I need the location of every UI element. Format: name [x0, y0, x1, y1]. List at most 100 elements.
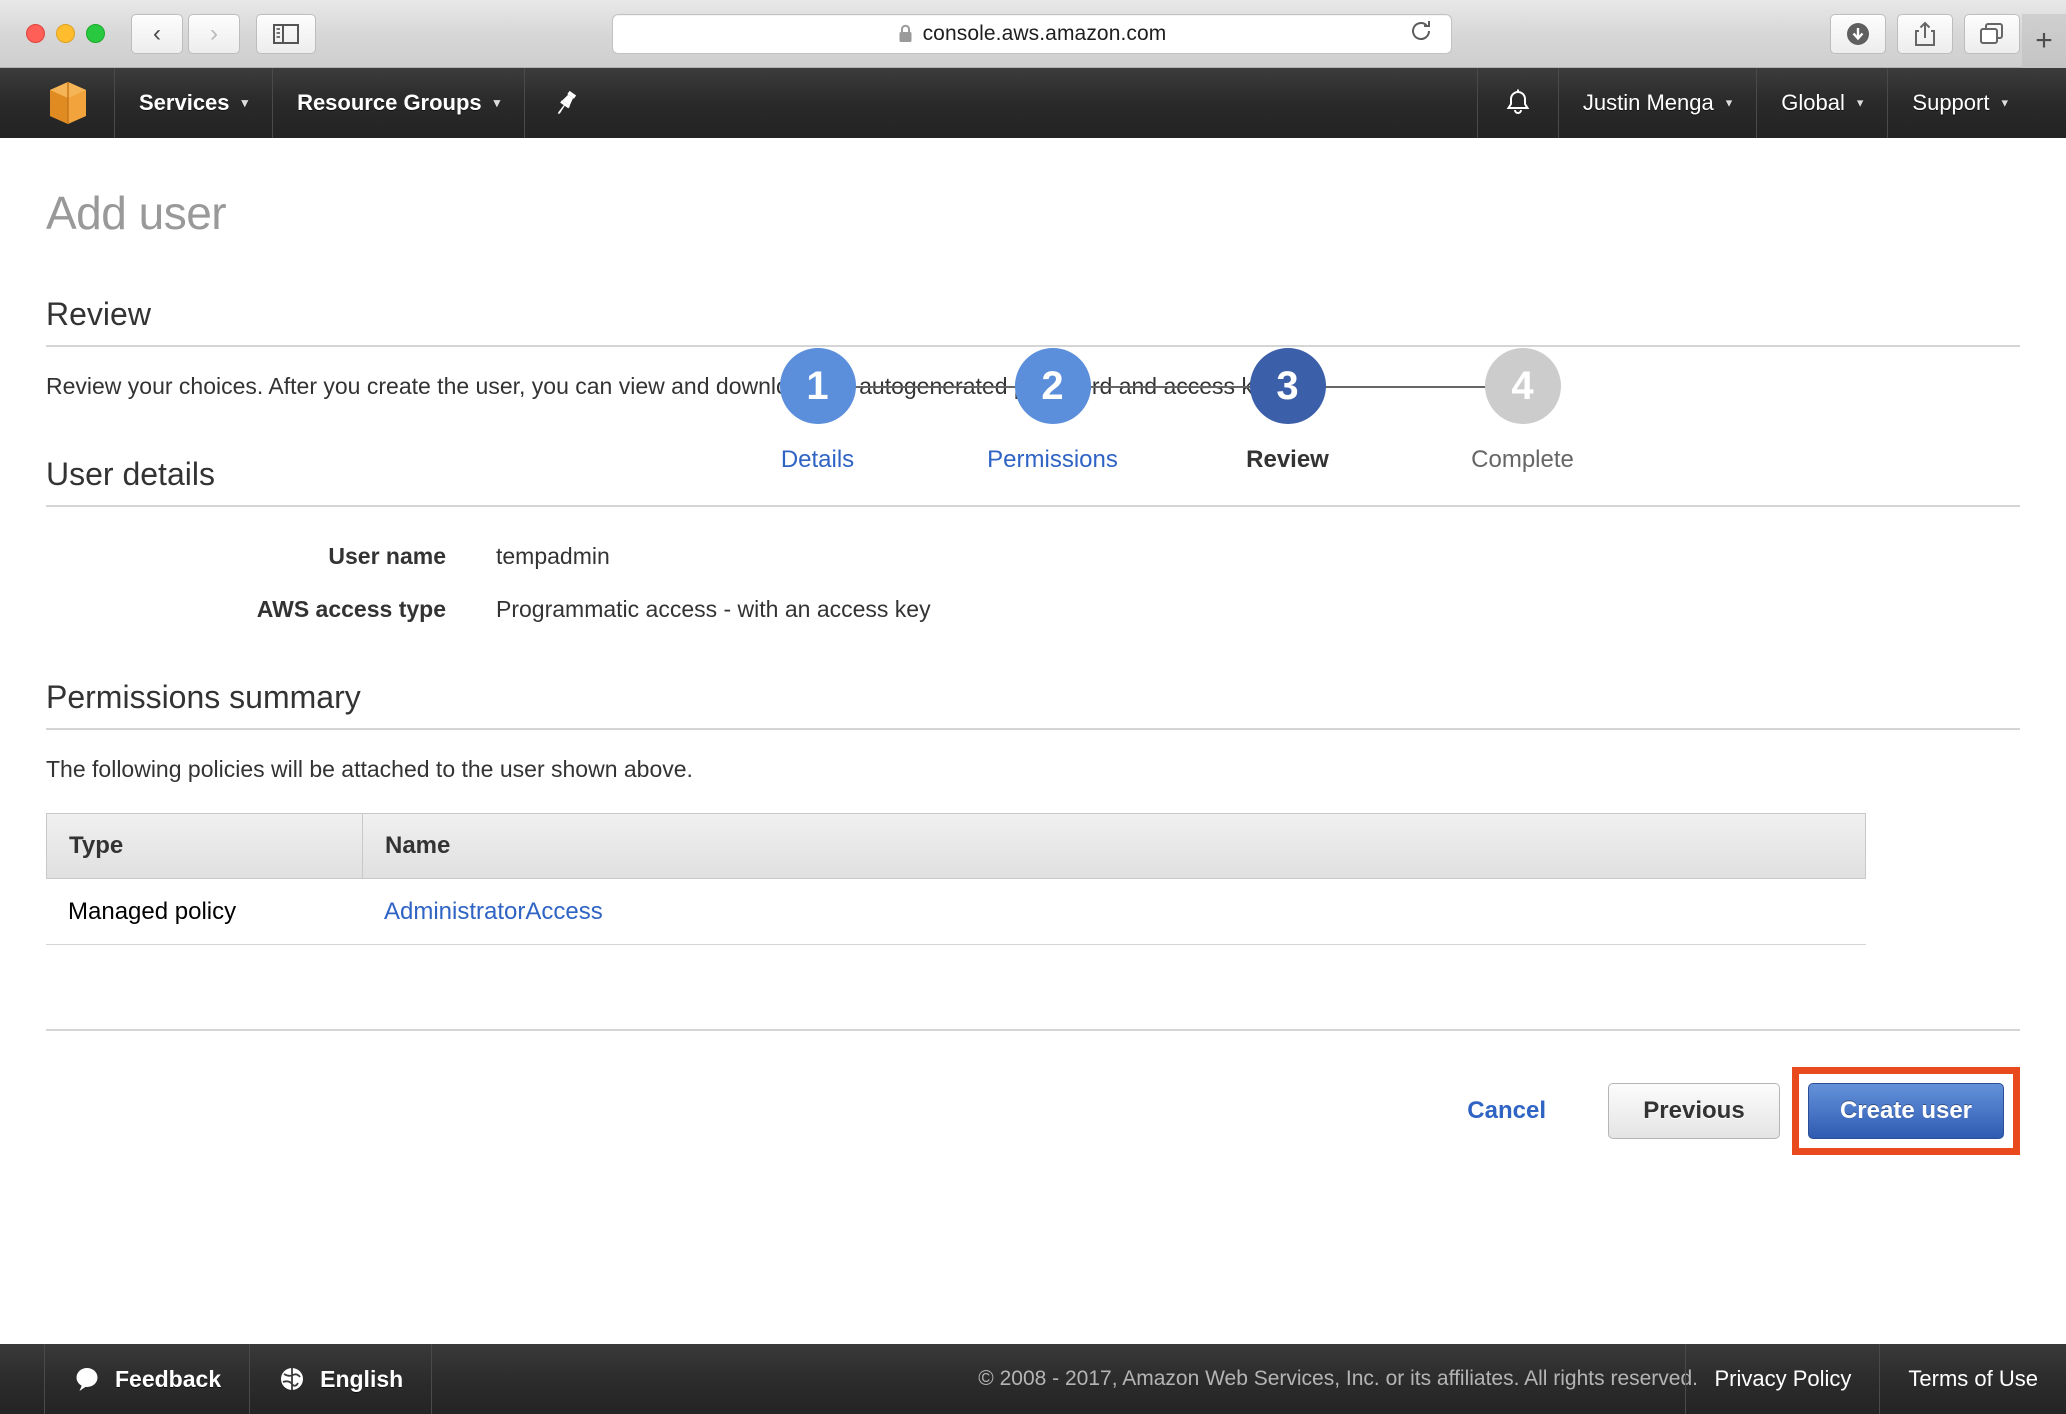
create-user-button[interactable]: Create user — [1808, 1083, 2004, 1139]
downloads-button[interactable] — [1830, 13, 1886, 54]
wizard-step-complete: 4 Complete — [1405, 348, 1640, 474]
maximize-window-button[interactable] — [86, 24, 105, 43]
language-button[interactable]: English — [250, 1344, 433, 1414]
policy-name-link[interactable]: AdministratorAccess — [384, 898, 603, 926]
user-detail-label: AWS access type — [256, 596, 446, 622]
share-icon — [1915, 21, 1935, 46]
terms-of-use-link[interactable]: Terms of Use — [1879, 1344, 2066, 1414]
nav-support-menu[interactable]: Support ▾ — [1887, 68, 2032, 138]
bell-icon — [1506, 89, 1530, 114]
aws-top-navigation: Services ▾ Resource Groups ▾ Justin Meng… — [0, 68, 2066, 138]
navigation-buttons: ‹ › — [131, 13, 240, 54]
user-details-list: User name tempadmin AWS access type Program… — [46, 543, 2020, 623]
nav-account-menu[interactable]: Justin Menga ▾ — [1557, 68, 1756, 138]
forward-arrow-icon: › — [210, 19, 218, 47]
column-header-type: Type — [47, 814, 363, 878]
nav-pin-button[interactable] — [524, 68, 607, 138]
table-row: Managed policy AdministratorAccess — [46, 879, 1866, 945]
permissions-summary-description: The following policies will be attached … — [46, 756, 693, 782]
chevron-down-icon: ▾ — [241, 95, 249, 110]
policy-name-cell: AdministratorAccess — [362, 879, 1866, 944]
feedback-label: Feedback — [115, 1365, 222, 1392]
wizard-step-review[interactable]: 3 Review — [1170, 348, 1523, 474]
nav-resource-groups[interactable]: Resource Groups ▾ — [272, 68, 524, 138]
chevron-down-icon: ▾ — [1725, 95, 1733, 110]
action-buttons: Cancel Previous Create user — [46, 1067, 2020, 1155]
forward-button[interactable]: › — [188, 13, 240, 54]
wizard-step-permissions[interactable]: 2 Permissions — [935, 348, 1288, 474]
user-detail-row: AWS access type Programmatic access - wit… — [46, 596, 2020, 623]
browser-toolbar-right — [1830, 13, 2020, 54]
reload-button[interactable] — [1409, 19, 1433, 48]
sidebar-toggle-icon — [273, 23, 299, 44]
table-header-row: Type Name — [46, 813, 1866, 879]
column-header-name: Name — [385, 832, 451, 859]
address-bar[interactable]: console.aws.amazon.com — [612, 13, 1452, 54]
new-tab-button[interactable]: + — [2022, 14, 2066, 68]
minimize-window-button[interactable] — [56, 24, 75, 43]
create-user-highlight: Create user — [1792, 1067, 2020, 1155]
wizard-step-label: Review — [1246, 446, 1329, 473]
user-detail-value: tempadmin — [496, 543, 610, 569]
user-detail-value: Programmatic access - with an access key — [496, 596, 931, 622]
previous-button[interactable]: Previous — [1608, 1083, 1780, 1139]
nav-services-label: Services — [139, 90, 230, 115]
wizard-step-number: 4 — [1484, 348, 1561, 424]
aws-home-link[interactable] — [0, 68, 114, 138]
policies-table: Type Name Managed policy AdministratorAcc… — [46, 813, 1866, 945]
nav-region-menu[interactable]: Global ▾ — [1756, 68, 1887, 138]
review-heading: Review — [46, 296, 151, 332]
globe-icon — [281, 1368, 304, 1390]
chevron-down-icon: ▾ — [1856, 95, 1864, 110]
aws-footer: Feedback English © 2008 - 2017, Amazon W… — [0, 1344, 2066, 1414]
page-title: Add user — [46, 187, 227, 239]
wizard-step-label: Complete — [1471, 446, 1574, 473]
feedback-button[interactable]: Feedback — [44, 1344, 251, 1414]
user-detail-label: User name — [328, 543, 446, 569]
share-button[interactable] — [1897, 13, 1953, 54]
wizard-step-label: Details — [780, 446, 855, 473]
permissions-summary-heading: Permissions summary — [46, 679, 361, 715]
nav-services[interactable]: Services ▾ — [114, 68, 272, 138]
language-label: English — [320, 1365, 404, 1392]
lock-icon — [898, 24, 913, 43]
page-content: Add user Review Review your choices. Aft… — [0, 138, 2066, 1155]
notifications-button[interactable] — [1476, 68, 1558, 138]
back-button[interactable]: ‹ — [131, 13, 183, 54]
nav-account-label: Justin Menga — [1582, 90, 1714, 115]
user-detail-row: User name tempadmin — [46, 543, 2020, 570]
aws-cube-logo-icon — [50, 82, 86, 124]
policy-type-cell: Managed policy — [68, 897, 237, 925]
close-window-button[interactable] — [26, 24, 45, 43]
tab-overview-icon — [1980, 22, 2003, 44]
address-bar-url: console.aws.amazon.com — [922, 21, 1167, 45]
review-divider — [46, 345, 2020, 347]
nav-region-label: Global — [1781, 90, 1845, 115]
speech-bubble-icon — [76, 1368, 98, 1391]
permissions-summary-divider — [46, 728, 2020, 730]
wizard-step-number: 3 — [1249, 348, 1326, 424]
sidebar-toggle-button[interactable] — [256, 13, 316, 54]
chevron-down-icon: ▾ — [2001, 95, 2008, 110]
wizard-step-details[interactable]: 1 Details — [700, 348, 1053, 474]
table-body: Managed policy AdministratorAccess — [46, 879, 1866, 945]
cancel-button[interactable]: Cancel — [1467, 1097, 1546, 1125]
chevron-down-icon: ▾ — [493, 95, 501, 110]
wizard-step-number: 1 — [779, 348, 856, 424]
nav-support-label: Support — [1912, 90, 1990, 115]
wizard-step-label: Permissions — [987, 446, 1118, 473]
tab-overview-button[interactable] — [1964, 13, 2020, 54]
nav-resource-groups-label: Resource Groups — [297, 90, 482, 115]
copyright-text: © 2008 - 2017, Amazon Web Services, Inc.… — [978, 1367, 1698, 1390]
user-details-divider — [46, 505, 2020, 507]
privacy-policy-link[interactable]: Privacy Policy — [1685, 1344, 1879, 1414]
actions-divider — [46, 1029, 2020, 1031]
back-arrow-icon: ‹ — [153, 19, 161, 47]
footer-links: Privacy Policy Terms of Use — [1685, 1344, 2066, 1414]
wizard-step-number: 2 — [1014, 348, 1091, 424]
downloads-icon — [1847, 22, 1869, 45]
page-body: 1 Details 2 Permissions 3 Review 4 Complete Add… — [0, 138, 2066, 1344]
browser-chrome: ‹ › console.aws.amazon.com + — [0, 0, 2066, 68]
window-traffic-lights — [26, 24, 105, 43]
pin-icon — [558, 90, 577, 115]
